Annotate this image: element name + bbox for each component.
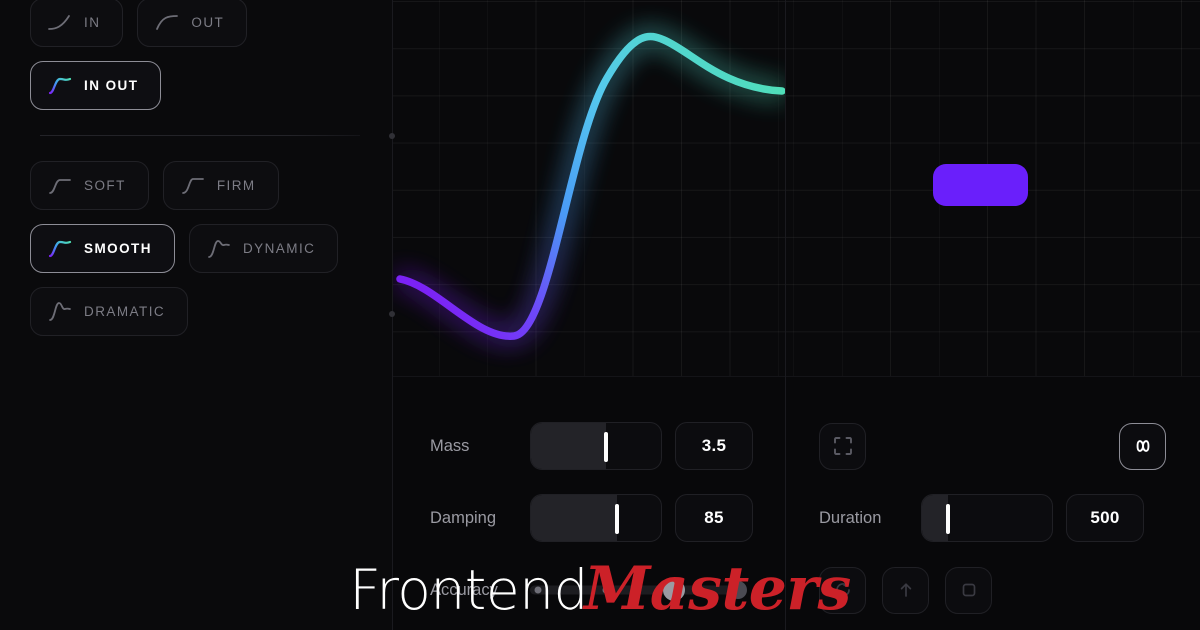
firm-curve-icon: [181, 177, 204, 194]
ease-button-in-out-label: IN OUT: [84, 78, 139, 93]
duration-slider-handle[interactable]: [946, 504, 950, 534]
preview-panel: Duration 500: [785, 0, 1200, 630]
damping-value[interactable]: 85: [675, 494, 753, 542]
curve-graph[interactable]: [392, 0, 785, 376]
square-icon: [962, 583, 975, 597]
ease-button-dynamic[interactable]: DYNAMIC: [188, 224, 339, 273]
accuracy-stop-3[interactable]: [663, 579, 686, 601]
mass-value[interactable]: 3.5: [675, 422, 753, 470]
duration-row: Duration 500: [785, 482, 1200, 554]
preview-controls: Duration 500: [785, 376, 1200, 626]
playback-button-3[interactable]: [945, 566, 992, 614]
damping-slider[interactable]: [530, 494, 662, 542]
preview-bottom-toolbar: [785, 554, 1200, 626]
ease-button-smooth-label: SMOOTH: [84, 241, 152, 256]
ease-button-smooth[interactable]: SMOOTH: [30, 224, 175, 273]
preview-stage[interactable]: [785, 0, 1200, 376]
ease-button-out-label: OUT: [191, 15, 225, 30]
easing-curve-plot: [396, 32, 785, 341]
accuracy-row: Accuracy: [430, 554, 785, 626]
style-group-row-3: DRAMATIC: [30, 287, 362, 336]
main-area: Mass 3.5 Damping 85 Accuracy Duration 50…: [389, 0, 1200, 630]
duration-slider-fill: [922, 495, 948, 541]
mass-slider-handle[interactable]: [604, 432, 609, 462]
ease-button-out[interactable]: OUT: [137, 0, 248, 47]
ease-button-soft-label: SOFT: [84, 178, 126, 193]
ease-button-in[interactable]: IN: [30, 0, 124, 47]
preview-object[interactable]: [933, 164, 1028, 206]
ease-button-dramatic-label: DRAMATIC: [84, 304, 166, 319]
style-group-row-2: SMOOTH DYNAMIC: [30, 224, 362, 273]
sidebar-divider: [40, 135, 360, 136]
damping-slider-fill: [531, 495, 617, 541]
mass-label: Mass: [430, 436, 470, 455]
infinity-loop-icon: [1136, 440, 1149, 452]
ease-in-curve-icon: [48, 14, 70, 30]
direction-group-row-2: IN OUT: [30, 61, 362, 110]
accuracy-stop-1[interactable]: [534, 586, 542, 594]
ease-in-out-curve-icon: [48, 77, 72, 94]
divider-handle-dot-bottom[interactable]: [389, 311, 395, 317]
style-group-row-1: SOFT FIRM: [30, 161, 362, 210]
playback-button-2[interactable]: [882, 566, 929, 614]
playback-button-1[interactable]: [819, 566, 866, 614]
dynamic-curve-icon: [208, 239, 230, 258]
mass-slider-fill: [531, 423, 607, 469]
ease-button-soft[interactable]: SOFT: [30, 161, 149, 210]
duration-slider[interactable]: [921, 494, 1053, 542]
ease-button-dynamic-label: DYNAMIC: [242, 241, 316, 256]
ease-button-in-out[interactable]: IN OUT: [30, 61, 162, 110]
accuracy-label: Accuracy: [430, 580, 498, 599]
mass-row: Mass 3.5: [430, 410, 785, 482]
frame-focus-icon: [833, 437, 852, 455]
sidebar-resize-divider[interactable]: [389, 0, 395, 630]
loop-playback-button[interactable]: [1119, 422, 1166, 470]
fit-to-frame-button[interactable]: [819, 422, 866, 470]
direction-group-row-1: IN OUT: [30, 0, 362, 47]
dramatic-curve-icon: [49, 301, 71, 321]
accuracy-stop-4[interactable]: [728, 581, 747, 599]
ease-button-in-label: IN: [84, 15, 101, 30]
damping-label: Damping: [430, 508, 497, 527]
panel-resize-divider[interactable]: [785, 0, 786, 630]
ease-button-firm-label: FIRM: [216, 178, 256, 193]
smooth-curve-icon: [48, 240, 72, 257]
sidebar: IN OUT IN OUT SOFT FIRM SMOOTH DYNAMIC D…: [0, 0, 392, 630]
damping-row: Damping 85: [430, 482, 785, 554]
arrow-up-icon: [900, 583, 911, 597]
divider-handle-dot-top[interactable]: [389, 133, 395, 139]
ease-out-curve-icon: [156, 14, 179, 30]
easing-curve-editor-app: IN OUT IN OUT SOFT FIRM SMOOTH DYNAMIC D…: [0, 0, 1200, 630]
duration-label: Duration: [819, 508, 882, 527]
ease-button-firm[interactable]: FIRM: [162, 161, 279, 210]
preview-toolbar: [785, 410, 1200, 482]
curve-controls: Mass 3.5 Damping 85 Accuracy: [392, 376, 785, 630]
rotate-icon: [835, 581, 850, 597]
curve-panel: Mass 3.5 Damping 85 Accuracy: [392, 0, 785, 630]
mass-slider[interactable]: [530, 422, 662, 470]
ease-button-dramatic[interactable]: DRAMATIC: [30, 287, 189, 336]
soft-curve-icon: [49, 178, 71, 194]
accuracy-stepper[interactable]: [530, 577, 747, 603]
damping-slider-handle[interactable]: [614, 504, 619, 534]
duration-value[interactable]: 500: [1066, 494, 1144, 542]
accuracy-track: [530, 585, 742, 595]
graph-controls-divider: [392, 376, 1200, 377]
accuracy-stop-2[interactable]: [602, 586, 610, 594]
